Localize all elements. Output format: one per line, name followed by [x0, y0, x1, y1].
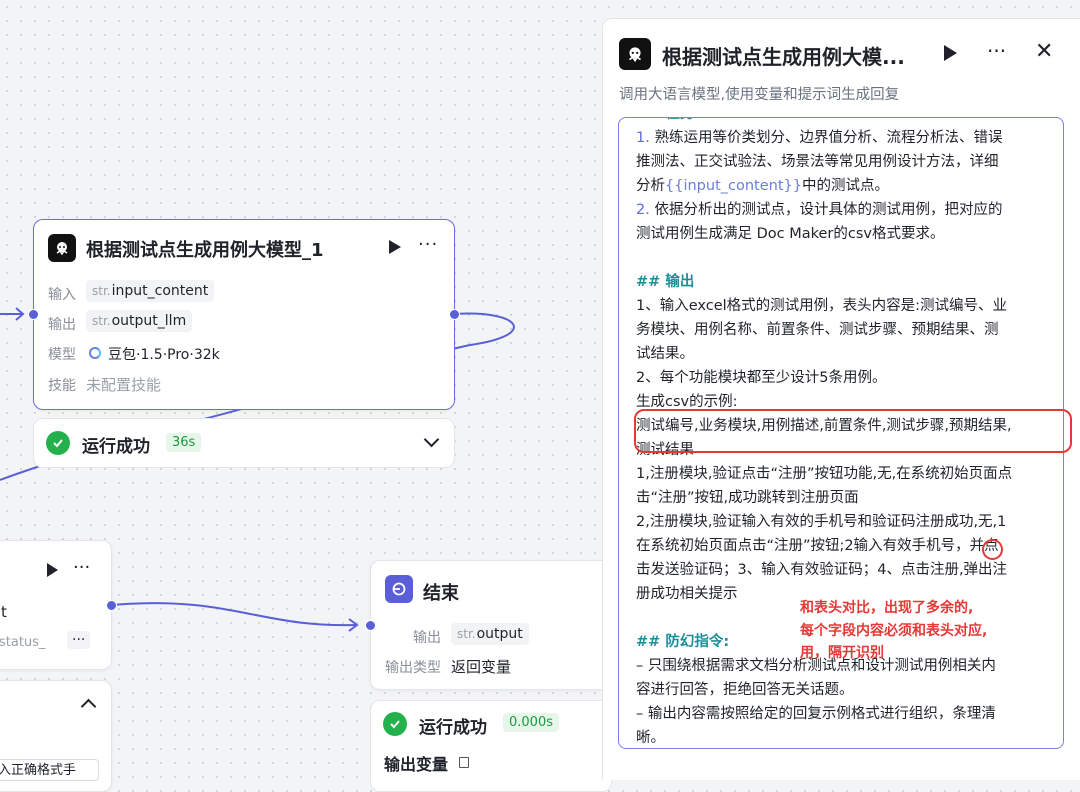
input-label: 输入 — [48, 287, 76, 303]
play-icon[interactable] — [47, 563, 58, 577]
panel-llm-icon — [619, 38, 651, 70]
play-icon[interactable] — [389, 240, 401, 254]
skill-label: 技能 — [48, 378, 76, 394]
end-icon — [385, 575, 413, 603]
prompt-line: 在系统初始页面点击“注册”按钮;2输入有效手机号，并点 — [636, 538, 999, 554]
llm-run-status[interactable]: 运行成功 36s — [33, 418, 455, 468]
end-output-tag: str.output — [451, 623, 529, 645]
panel-title: 根据测试点生成用例大模... — [662, 45, 905, 69]
prompt-line: 晰。 — [636, 730, 665, 746]
end-run-status[interactable]: 运行成功 0.000s 输出变量 — [370, 700, 612, 792]
prompt-line: 分析{{input_content}}中的测试点。 — [636, 178, 889, 194]
left-partial-panel[interactable]: 入正确格式手 — [0, 680, 112, 792]
prompt-line: 推测法、正交试验法、场景法等常见用例设计方法，详细 — [636, 154, 999, 170]
model-icon — [89, 347, 101, 359]
end-output-label: 输出 — [413, 630, 441, 646]
play-icon[interactable] — [944, 45, 957, 61]
prompt-line: ## 防幻指令: — [636, 634, 730, 650]
prompt-line: 击发送验证码；3、输入有效验证码；4、点击注册,弹出注 — [636, 562, 1008, 578]
model-label: 模型 — [48, 347, 76, 363]
end-node[interactable]: 结束 输出 str.output 输出类型 返回变量 — [370, 560, 612, 690]
highlight-rectangle — [634, 409, 1072, 453]
llm-node-title: 根据测试点生成用例大模型_1 — [86, 240, 324, 261]
success-check-icon — [46, 431, 70, 455]
annotation-line-3: 用，隔开识别 — [800, 645, 884, 661]
input-tag: str.input_content — [86, 280, 215, 302]
prompt-line: – 输出内容需按照给定的回复示例格式进行组织，条理清 — [636, 706, 996, 722]
end-time-badge: 0.000s — [503, 713, 559, 732]
prompt-line: 1,注册模块,验证点击“注册”按钮功能,无,在系统初始页面点 — [636, 466, 1013, 482]
prompt-line: 测试用例生成满足 Doc Maker的csv格式要求。 — [636, 226, 945, 242]
output-tag: str.output_llm — [86, 310, 193, 332]
prompt-line: 2. 依据分析出的测试点，设计具体的测试用例，把对应的 — [636, 202, 1003, 218]
run-time-badge: 36s — [166, 433, 202, 452]
end-node-title: 结束 — [423, 583, 459, 604]
end-status-text: 运行成功 — [419, 718, 487, 738]
panel-subtitle: 调用大语言模型,使用变量和提示词生成回复 — [619, 87, 900, 103]
partial-row-text: t — [1, 603, 7, 621]
model-value: 豆包·1.5·Pro·32k — [108, 347, 220, 363]
partial-status-text: status_ — [0, 635, 46, 650]
annotation-line-1: 和表头对比，出现了多余的, — [800, 600, 974, 616]
prompt-line: 2,注册模块,验证输入有效的手机号和验证码注册成功,无,1 — [636, 514, 1007, 530]
prompt-line: 务模块、用例名称、前置条件、测试步骤、预期结果、测 — [636, 322, 999, 338]
skill-value: 未配置技能 — [86, 376, 162, 394]
output-var-label: 输出变量 — [384, 755, 449, 774]
run-status-text: 运行成功 — [82, 437, 150, 457]
prompt-line: 试结果。 — [636, 346, 694, 362]
prompt-line: 册成功相关提示 — [636, 586, 738, 602]
prompt-line: 容进行回答，拒绝回答无关话题。 — [636, 682, 854, 698]
left-node-output-port[interactable] — [106, 600, 117, 611]
highlight-circle — [982, 539, 1003, 560]
prompt-line: 1、输入excel格式的测试用例，表头内容是:测试编号、业 — [636, 298, 1008, 314]
output-label: 输出 — [48, 317, 76, 333]
prompt-line: ## 任务 — [636, 118, 694, 126]
more-icon[interactable]: ··· — [987, 39, 1006, 63]
end-output-type-value: 返回变量 — [451, 658, 512, 676]
end-output-type-label: 输出类型 — [385, 660, 441, 676]
llm-node-icon — [48, 234, 76, 262]
prompt-line: 1. 熟练运用等价类划分、边界值分析、流程分析法、错误 — [636, 130, 1003, 146]
llm-output-port[interactable] — [449, 309, 460, 320]
partial-input-field[interactable]: 入正确格式手 — [0, 759, 99, 781]
close-icon[interactable]: ✕ — [1035, 39, 1053, 64]
success-check-icon — [383, 712, 407, 736]
more-icon[interactable]: ··· — [73, 557, 90, 578]
prompt-line: 2、每个功能模块都至少设计5条用例。 — [636, 370, 887, 386]
more-icon[interactable]: ··· — [418, 234, 438, 255]
llm-node[interactable]: 根据测试点生成用例大模型_1 ··· 输入 str.input_content … — [33, 219, 455, 410]
more-tag[interactable]: ··· — [67, 631, 91, 649]
llm-input-port[interactable] — [28, 309, 39, 320]
left-partial-node[interactable]: ··· t status_ ··· — [0, 540, 112, 670]
copy-icon[interactable] — [459, 757, 469, 768]
annotation-line-2: 每个字段内容必须和表头对应, — [800, 623, 988, 639]
prompt-line: 击“注册”按钮,成功跳转到注册页面 — [636, 490, 859, 506]
chevron-up-icon[interactable] — [80, 698, 97, 715]
end-input-port[interactable] — [365, 620, 376, 631]
prompt-line: ## 输出 — [636, 274, 695, 290]
chevron-down-icon[interactable] — [423, 431, 440, 448]
